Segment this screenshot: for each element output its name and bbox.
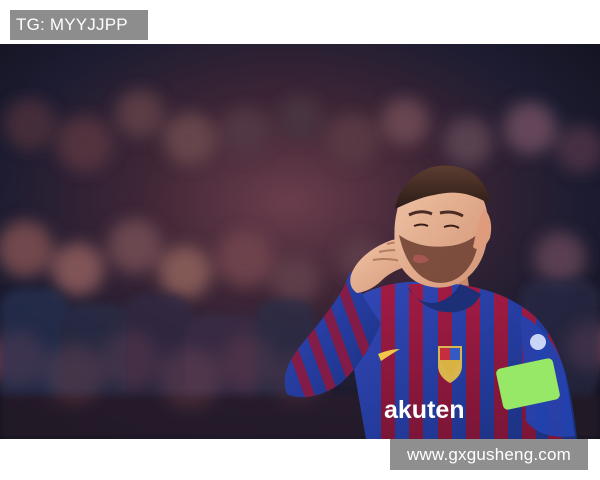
photo-scene: akuten [0, 44, 600, 439]
ucl-badge-icon [530, 334, 546, 350]
main-photo: akuten [0, 44, 600, 439]
top-watermark-label: TG: MYYJJPP [10, 10, 148, 40]
jersey-sponsor-text: akuten [384, 396, 465, 424]
bottom-watermark-label: www.gxgusheng.com [390, 439, 588, 470]
